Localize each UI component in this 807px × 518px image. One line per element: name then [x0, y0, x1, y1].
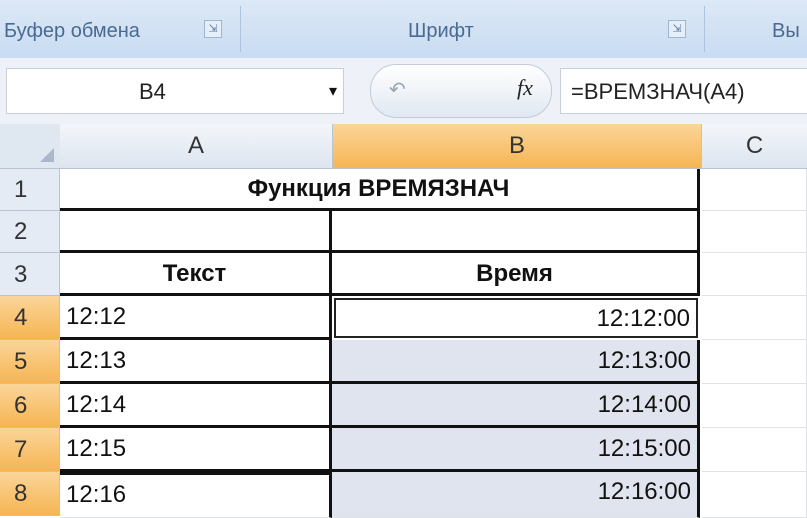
alignment-group-label: Вы [772, 19, 800, 42]
text-cell[interactable]: 12:14 [60, 384, 332, 428]
cell-c4[interactable] [702, 296, 807, 340]
ribbon-separator [240, 6, 241, 52]
text-cell[interactable]: 12:12 [60, 296, 332, 340]
cell-a2[interactable] [60, 211, 332, 253]
row-header-2[interactable]: 2 [0, 211, 60, 253]
time-cell[interactable]: 12:16:00 [332, 472, 700, 518]
row-header-5[interactable]: 5 [0, 340, 60, 384]
row-header-1[interactable]: 1 [0, 169, 60, 211]
formula-bar: B4 ▾ ↶ fx =ВРЕМЗНАЧ(A4) [0, 58, 807, 125]
cell-c2[interactable] [702, 211, 807, 253]
clipboard-group-label: Буфер обмена [4, 19, 140, 42]
cancel-icon[interactable]: ↶ [389, 77, 406, 102]
cell-c7[interactable] [702, 428, 807, 472]
text-cell[interactable]: 12:13 [60, 340, 332, 384]
select-all-button[interactable] [0, 124, 61, 169]
time-cell[interactable]: 12:15:00 [332, 428, 700, 472]
cell-b2[interactable] [332, 211, 700, 253]
cell-c1[interactable] [702, 169, 807, 211]
cell-c8[interactable] [702, 472, 807, 518]
title-cell[interactable]: Функция ВРЕМЯЗНАЧ [60, 169, 700, 211]
row-header-7[interactable]: 7 [0, 428, 60, 472]
formula-input[interactable]: =ВРЕМЗНАЧ(A4) [560, 68, 807, 114]
font-dialog-launcher-icon[interactable]: ⇲ [668, 20, 686, 38]
header-time-cell[interactable]: Время [332, 253, 700, 296]
column-header-a[interactable]: A [60, 124, 333, 169]
worksheet-grid: A B C 1 2 3 4 5 6 7 8 Функция ВРЕМЯЗНАЧ … [0, 124, 807, 518]
row-header-4[interactable]: 4 [0, 296, 60, 340]
ribbon-group-bar: Буфер обмена ⇲ Шрифт ⇲ Вы [0, 0, 807, 59]
select-all-icon [40, 148, 54, 162]
time-cell[interactable]: 12:13:00 [332, 340, 700, 384]
insert-function-icon[interactable]: fx [517, 75, 533, 101]
font-group-label: Шрифт [408, 19, 474, 42]
clipboard-dialog-launcher-icon[interactable]: ⇲ [204, 20, 222, 38]
cell-c3[interactable] [702, 253, 807, 296]
time-cell-active[interactable]: 12:12:00 [334, 298, 698, 338]
cell-c6[interactable] [702, 384, 807, 428]
row-header-3[interactable]: 3 [0, 253, 60, 296]
row-header-6[interactable]: 6 [0, 384, 60, 428]
chevron-down-icon[interactable]: ▾ [329, 81, 337, 101]
cell-c5[interactable] [702, 340, 807, 384]
row-header-8[interactable]: 8 [0, 472, 60, 516]
column-header-b[interactable]: B [333, 124, 702, 169]
formula-text: =ВРЕМЗНАЧ(A4) [571, 79, 745, 104]
text-cell[interactable]: 12:15 [60, 428, 332, 472]
text-cell[interactable]: 12:16 [60, 472, 332, 518]
header-text-cell[interactable]: Текст [60, 253, 332, 296]
name-box-value: B4 [139, 79, 166, 104]
ribbon-separator [704, 6, 705, 52]
name-box[interactable]: B4 ▾ [6, 68, 344, 114]
time-cell[interactable]: 12:14:00 [332, 384, 700, 428]
formula-buttons: ↶ fx [370, 64, 552, 118]
column-header-c[interactable]: C [702, 124, 807, 169]
